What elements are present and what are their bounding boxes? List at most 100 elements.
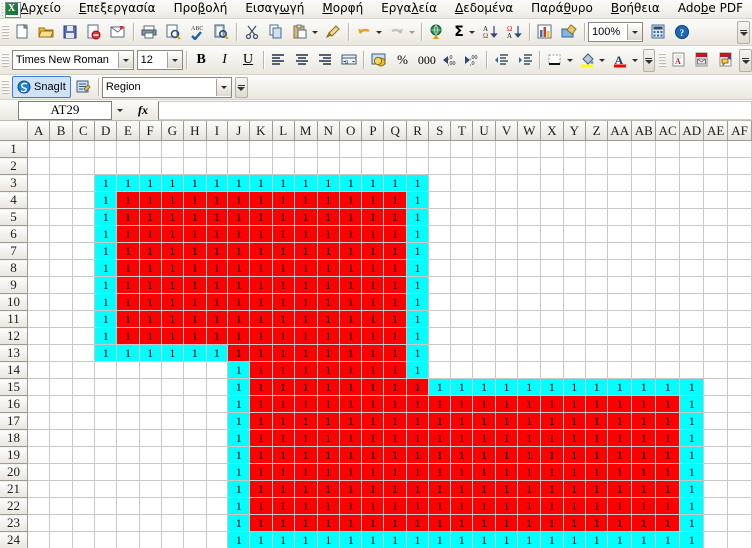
cell-J11[interactable]: 1 [227, 310, 251, 328]
cell-A3[interactable] [27, 174, 51, 192]
cell-R1[interactable] [406, 140, 430, 158]
cell-K20[interactable]: 1 [249, 463, 273, 481]
currency-icon[interactable] [367, 48, 390, 72]
print-icon[interactable] [137, 20, 161, 44]
cell-AE22[interactable] [703, 497, 729, 515]
cell-A15[interactable] [27, 378, 51, 396]
cell-L23[interactable]: 1 [272, 514, 295, 532]
cell-S17[interactable]: 1 [428, 412, 452, 430]
cell-G10[interactable]: 1 [161, 293, 185, 311]
select-all-corner[interactable] [0, 121, 28, 141]
cell-D11[interactable]: 1 [94, 310, 118, 328]
cell-N11[interactable]: 1 [317, 310, 340, 328]
cell-AC10[interactable] [655, 293, 681, 311]
menu-tools[interactable]: Εργαλεία [372, 0, 446, 18]
cell-X6[interactable] [540, 225, 564, 243]
cell-AC21[interactable]: 1 [655, 480, 681, 498]
cell-E13[interactable]: 1 [116, 344, 140, 362]
cell-P7[interactable]: 1 [361, 242, 385, 260]
cell-AE21[interactable] [703, 480, 729, 498]
cell-J10[interactable]: 1 [227, 293, 251, 311]
adobe-toolbar-grip[interactable] [659, 53, 667, 67]
cell-O13[interactable]: 1 [339, 344, 363, 362]
cell-R7[interactable]: 1 [406, 242, 430, 260]
cell-G13[interactable]: 1 [161, 344, 185, 362]
column-header-B[interactable]: B [49, 121, 73, 141]
cell-N2[interactable] [317, 157, 340, 175]
cell-R13[interactable]: 1 [406, 344, 430, 362]
cell-N10[interactable]: 1 [317, 293, 340, 311]
cell-B20[interactable] [49, 463, 73, 481]
cell-S24[interactable]: 1 [428, 531, 452, 548]
cell-J7[interactable]: 1 [227, 242, 251, 260]
cell-Z6[interactable] [585, 225, 609, 243]
cell-Q5[interactable]: 1 [383, 208, 407, 226]
cell-Y2[interactable] [563, 157, 587, 175]
cell-Q9[interactable]: 1 [383, 276, 407, 294]
cell-Z8[interactable] [585, 259, 609, 277]
cell-Z5[interactable] [585, 208, 609, 226]
cell-J24[interactable]: 1 [227, 531, 251, 548]
cell-G14[interactable] [161, 361, 185, 379]
cell-C16[interactable] [72, 395, 96, 413]
paste-clipboard-icon[interactable] [288, 20, 312, 44]
cell-D14[interactable] [94, 361, 118, 379]
cell-L24[interactable]: 1 [272, 531, 295, 548]
cell-F12[interactable]: 1 [139, 327, 162, 345]
cell-N17[interactable]: 1 [317, 412, 340, 430]
cell-AB19[interactable]: 1 [631, 446, 657, 464]
cell-AE14[interactable] [703, 361, 729, 379]
cell-O8[interactable]: 1 [339, 259, 363, 277]
cell-N21[interactable]: 1 [317, 480, 340, 498]
cell-R8[interactable]: 1 [406, 259, 430, 277]
cell-AA4[interactable] [607, 191, 633, 209]
cell-O22[interactable]: 1 [339, 497, 363, 515]
cell-L19[interactable]: 1 [272, 446, 295, 464]
cell-D7[interactable]: 1 [94, 242, 118, 260]
cell-AD9[interactable] [679, 276, 705, 294]
row-header-23[interactable]: 23 [0, 514, 28, 532]
cell-W5[interactable] [517, 208, 542, 226]
cell-Z13[interactable] [585, 344, 609, 362]
menu-view[interactable]: Προβολή [165, 0, 237, 18]
cell-I10[interactable]: 1 [206, 293, 229, 311]
cell-J2[interactable] [227, 157, 251, 175]
cell-C19[interactable] [72, 446, 96, 464]
snagit-profile-chevron-down-icon[interactable] [215, 78, 231, 96]
cell-Z3[interactable] [585, 174, 609, 192]
cell-AD10[interactable] [679, 293, 705, 311]
cell-I19[interactable] [206, 446, 229, 464]
cell-W10[interactable] [517, 293, 542, 311]
cell-V24[interactable]: 1 [495, 531, 519, 548]
cell-Z24[interactable]: 1 [585, 531, 609, 548]
cell-AB9[interactable] [631, 276, 657, 294]
cell-P9[interactable]: 1 [361, 276, 385, 294]
menu-data[interactable]: Δεδομένα [446, 0, 522, 18]
cell-M3[interactable]: 1 [294, 174, 318, 192]
cell-Y17[interactable]: 1 [563, 412, 587, 430]
cell-W3[interactable] [517, 174, 542, 192]
cell-AB14[interactable] [631, 361, 657, 379]
cell-X11[interactable] [540, 310, 564, 328]
cell-F19[interactable] [139, 446, 162, 464]
cell-V16[interactable]: 1 [495, 395, 519, 413]
cell-N5[interactable]: 1 [317, 208, 340, 226]
cell-Y3[interactable] [563, 174, 587, 192]
column-header-H[interactable]: H [183, 121, 207, 141]
cell-B24[interactable] [49, 531, 73, 548]
cell-R14[interactable]: 1 [406, 361, 430, 379]
column-header-Z[interactable]: Z [585, 121, 609, 141]
menu-adobe-pdf[interactable]: Adobe PDF [669, 0, 752, 18]
autosum-chevron-down-icon[interactable] [469, 30, 475, 34]
cell-K5[interactable]: 1 [249, 208, 273, 226]
cell-AE8[interactable] [703, 259, 729, 277]
cell-G16[interactable] [161, 395, 185, 413]
cell-D22[interactable] [94, 497, 118, 515]
cell-M16[interactable]: 1 [294, 395, 318, 413]
cell-AA7[interactable] [607, 242, 633, 260]
cell-AA9[interactable] [607, 276, 633, 294]
column-header-L[interactable]: L [272, 121, 295, 141]
row-header-6[interactable]: 6 [0, 225, 28, 243]
cell-B9[interactable] [49, 276, 73, 294]
column-header-K[interactable]: K [249, 121, 273, 141]
